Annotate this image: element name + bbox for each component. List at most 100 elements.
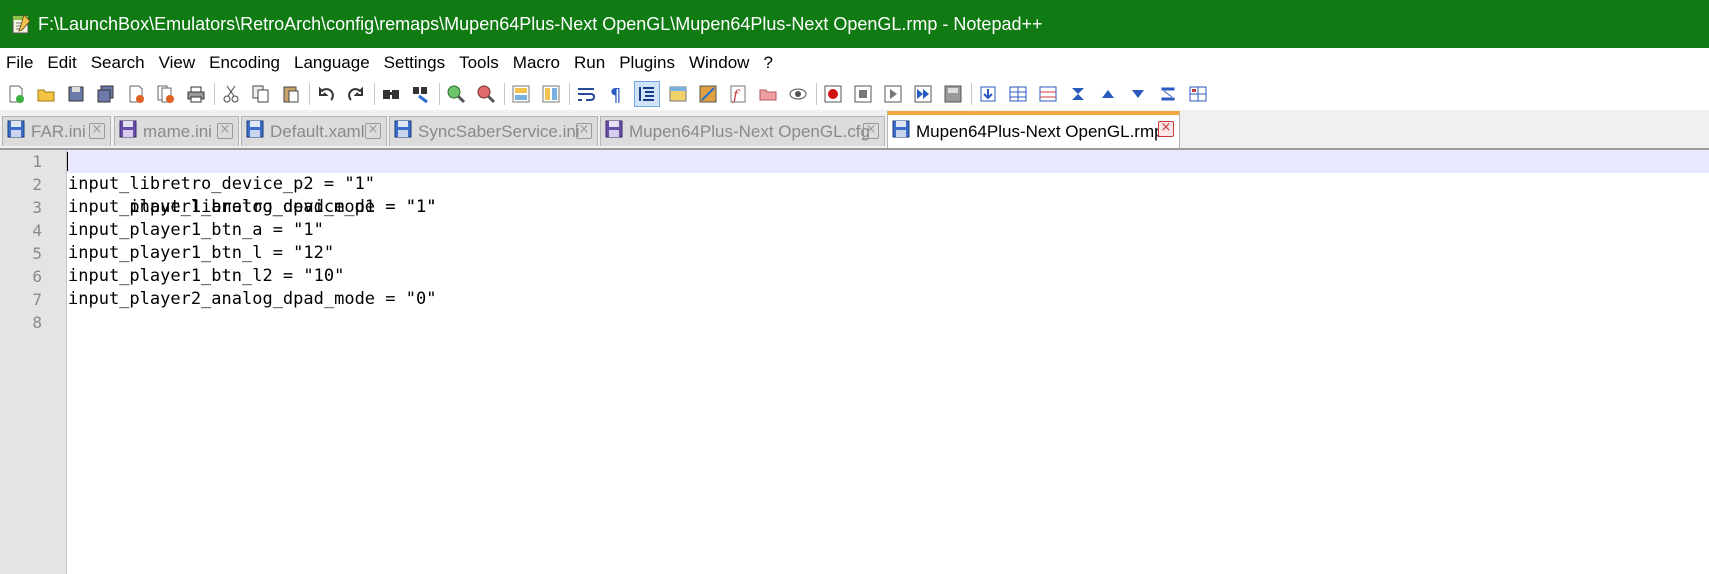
- tab-close-icon[interactable]: ×: [365, 123, 381, 139]
- sync-vertical-icon[interactable]: [509, 82, 533, 106]
- menu-language[interactable]: Language: [287, 48, 377, 78]
- menu-edit[interactable]: Edit: [40, 48, 83, 78]
- code-area[interactable]: input_libretro_device_p1 = "1" input_lib…: [67, 150, 1709, 574]
- menu-help[interactable]: ?: [756, 48, 779, 78]
- menu-search[interactable]: Search: [84, 48, 152, 78]
- line-number-gutter: 1 2 3 4 5 6 7 8: [0, 150, 67, 574]
- udl-icon[interactable]: [666, 82, 690, 106]
- floppy-save-icon: [892, 120, 910, 143]
- plugin-b-icon[interactable]: [1006, 82, 1030, 106]
- indent-guide-icon[interactable]: [634, 81, 660, 107]
- menu-run[interactable]: Run: [567, 48, 612, 78]
- record-macro-icon[interactable]: [821, 82, 845, 106]
- close-icon[interactable]: [124, 82, 148, 106]
- toolbar-separator: [309, 83, 310, 105]
- tab-label: Mupen64Plus-Next OpenGL.cfg: [629, 121, 870, 141]
- menu-window[interactable]: Window: [682, 48, 756, 78]
- toolbar-separator: [971, 83, 972, 105]
- floppy-save-icon: [605, 120, 623, 143]
- toolbar-separator: [214, 83, 215, 105]
- menu-macro[interactable]: Macro: [506, 48, 567, 78]
- sync-horizontal-icon[interactable]: [539, 82, 563, 106]
- plugin-d-icon[interactable]: [1066, 82, 1090, 106]
- text-caret: [67, 152, 68, 171]
- code-line[interactable]: [67, 311, 1709, 334]
- tab-label: Default.xaml: [270, 121, 365, 141]
- zoom-out-icon[interactable]: [474, 82, 498, 106]
- undo-icon[interactable]: [314, 82, 338, 106]
- floppy-save-icon: [119, 120, 137, 143]
- code-text: input_player1_btn_l = "12": [68, 243, 335, 263]
- paste-icon[interactable]: [279, 82, 303, 106]
- code-text: input_player1_btn_a = "1": [68, 220, 324, 240]
- menu-tools[interactable]: Tools: [452, 48, 506, 78]
- tab-mupen64plus-rmp[interactable]: Mupen64Plus-Next OpenGL.rmp ×: [887, 111, 1180, 148]
- cut-icon[interactable]: [219, 82, 243, 106]
- menu-plugins[interactable]: Plugins: [612, 48, 682, 78]
- line-number: 8: [32, 313, 42, 332]
- menu-bar: File Edit Search View Encoding Language …: [0, 48, 1709, 78]
- open-file-icon[interactable]: [34, 82, 58, 106]
- tab-mupen64plus-cfg[interactable]: Mupen64Plus-Next OpenGL.cfg ×: [600, 116, 885, 146]
- plugin-c-icon[interactable]: [1036, 82, 1060, 106]
- tab-bar: FAR.ini × mame.ini × Default.xaml × Sync…: [0, 110, 1709, 150]
- copy-icon[interactable]: [249, 82, 273, 106]
- toolbar-separator: [569, 83, 570, 105]
- save-icon[interactable]: [64, 82, 88, 106]
- code-line[interactable]: input_player1_btn_a = "1": [67, 219, 1709, 242]
- menu-settings[interactable]: Settings: [377, 48, 452, 78]
- save-macro-icon[interactable]: [941, 82, 965, 106]
- tab-label: FAR.ini: [31, 121, 86, 141]
- monitoring-icon[interactable]: [786, 82, 810, 106]
- menu-encoding[interactable]: Encoding: [202, 48, 287, 78]
- run-macro-multiple-icon[interactable]: [911, 82, 935, 106]
- tab-syncsaberservice-ini[interactable]: SyncSaberService.ini ×: [389, 116, 598, 146]
- redo-icon[interactable]: [344, 82, 368, 106]
- toolbar-separator: [439, 83, 440, 105]
- tab-close-icon[interactable]: ×: [89, 123, 105, 139]
- line-number: 3: [32, 198, 42, 217]
- plugin-a-icon[interactable]: [976, 82, 1000, 106]
- tab-close-icon[interactable]: ×: [863, 123, 879, 139]
- tab-default-xaml[interactable]: Default.xaml ×: [241, 116, 387, 146]
- svg-text:¶: ¶: [610, 85, 621, 104]
- plugin-e-icon[interactable]: [1096, 82, 1120, 106]
- close-all-icon[interactable]: [154, 82, 178, 106]
- plugin-f-icon[interactable]: [1126, 82, 1150, 106]
- code-line[interactable]: input_player1_analog_dpad_mode = "1": [67, 196, 1709, 219]
- line-number: 1: [32, 152, 42, 171]
- code-line[interactable]: input_player1_btn_l = "12": [67, 242, 1709, 265]
- tab-close-icon[interactable]: ×: [576, 123, 592, 139]
- tab-close-icon[interactable]: ×: [1158, 121, 1174, 137]
- tab-far-ini[interactable]: FAR.ini ×: [2, 116, 111, 146]
- code-line-current[interactable]: input_libretro_device_p1 = "1": [67, 150, 1709, 217]
- function-list-icon[interactable]: f: [726, 82, 750, 106]
- stop-macro-icon[interactable]: [851, 82, 875, 106]
- tab-label: Mupen64Plus-Next OpenGL.rmp: [916, 121, 1164, 141]
- print-icon[interactable]: [184, 82, 208, 106]
- zoom-in-icon[interactable]: [444, 82, 468, 106]
- menu-view[interactable]: View: [152, 48, 203, 78]
- line-number: 5: [32, 244, 42, 263]
- tab-close-icon[interactable]: ×: [217, 123, 233, 139]
- find-icon[interactable]: [379, 82, 403, 106]
- doc-map-icon[interactable]: [696, 82, 720, 106]
- folder-workspace-icon[interactable]: [756, 82, 780, 106]
- save-all-icon[interactable]: [94, 82, 118, 106]
- code-line[interactable]: input_player1_btn_l2 = "10": [67, 265, 1709, 288]
- plugin-h-icon[interactable]: [1186, 82, 1210, 106]
- replace-icon[interactable]: [409, 82, 433, 106]
- plugin-g-icon[interactable]: [1156, 82, 1180, 106]
- tab-mame-ini[interactable]: mame.ini ×: [114, 116, 239, 146]
- new-file-icon[interactable]: [4, 82, 28, 106]
- play-macro-icon[interactable]: [881, 82, 905, 106]
- menu-file[interactable]: File: [0, 48, 40, 78]
- code-line[interactable]: input_libretro_device_p2 = "1": [67, 173, 1709, 196]
- code-text: input_player1_analog_dpad_mode = "1": [68, 197, 437, 217]
- toolbar-separator: [816, 83, 817, 105]
- code-line[interactable]: input_player2_analog_dpad_mode = "0": [67, 288, 1709, 311]
- floppy-save-icon: [394, 120, 412, 143]
- show-all-chars-icon[interactable]: ¶: [604, 82, 628, 106]
- word-wrap-icon[interactable]: [574, 82, 598, 106]
- editor[interactable]: 1 2 3 4 5 6 7 8 input_libretro_device_p1…: [0, 150, 1709, 574]
